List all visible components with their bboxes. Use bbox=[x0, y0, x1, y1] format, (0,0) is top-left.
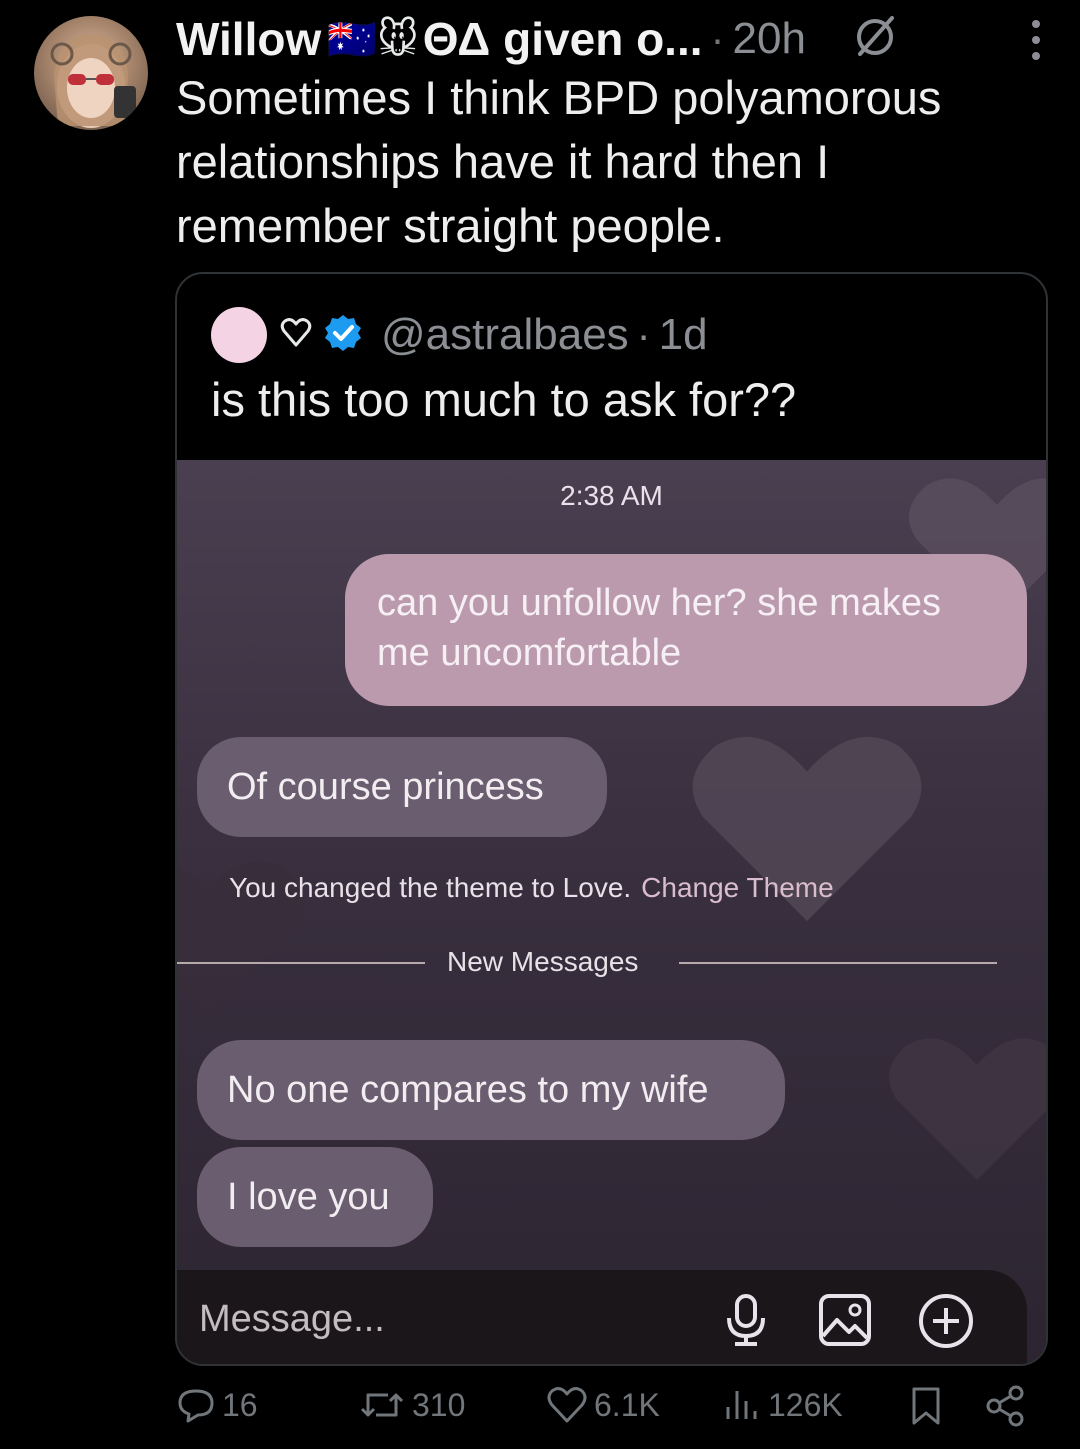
plus-circle-icon bbox=[917, 1292, 975, 1355]
quoted-header: @astralbaes · 1d bbox=[211, 304, 708, 366]
reply-icon bbox=[178, 1389, 214, 1423]
message-input-placeholder: Message... bbox=[199, 1298, 385, 1340]
incoming-message: Of course princess bbox=[197, 737, 607, 837]
chat-timestamp: 2:38 AM bbox=[560, 480, 663, 511]
heart-outline-icon bbox=[279, 316, 313, 355]
quoted-tweet[interactable]: @astralbaes · 1d is this too much to ask… bbox=[175, 272, 1048, 1366]
repost-button[interactable]: 310 bbox=[358, 1385, 465, 1425]
divider-line bbox=[177, 962, 425, 964]
background-heart-icon bbox=[692, 736, 922, 921]
quoted-handle[interactable]: @astralbaes bbox=[381, 310, 629, 360]
tweet-header: Willow 🇦🇺🐭 ΘΔ given o... · 20h bbox=[176, 8, 1056, 70]
repost-count: 310 bbox=[412, 1386, 466, 1423]
outgoing-message: can you unfollow her? she makes me uncom… bbox=[345, 554, 1027, 706]
chat-screenshot: 2:38 AM can you unfollow her? she makes … bbox=[177, 460, 1046, 1364]
incoming-message: I love you bbox=[197, 1147, 433, 1247]
share-icon bbox=[986, 1385, 1024, 1427]
like-button[interactable]: 6.1K bbox=[546, 1385, 660, 1425]
repost-icon bbox=[360, 1393, 404, 1417]
share-button[interactable] bbox=[984, 1385, 1032, 1427]
change-theme-link: Change Theme bbox=[641, 872, 834, 903]
grok-icon[interactable] bbox=[850, 12, 900, 67]
quoted-avatar[interactable] bbox=[211, 307, 267, 363]
display-name-rest[interactable]: ΘΔ given o... bbox=[423, 12, 703, 66]
divider-line bbox=[679, 962, 997, 964]
microphone-icon bbox=[721, 1292, 771, 1353]
more-icon[interactable] bbox=[1028, 14, 1044, 71]
separator-dot: · bbox=[710, 15, 725, 62]
verified-badge-icon bbox=[323, 313, 363, 358]
views-button[interactable]: 126K bbox=[722, 1385, 843, 1425]
reply-count: 16 bbox=[222, 1386, 258, 1423]
new-messages-label: New Messages bbox=[447, 946, 639, 977]
reply-button[interactable]: 16 bbox=[176, 1385, 258, 1425]
view-count: 126K bbox=[768, 1386, 843, 1423]
display-name[interactable]: Willow bbox=[176, 12, 321, 66]
like-count: 6.1K bbox=[594, 1386, 660, 1423]
tweet-time[interactable]: 20h bbox=[733, 14, 806, 64]
like-icon bbox=[547, 1387, 587, 1423]
bookmark-button[interactable] bbox=[906, 1385, 952, 1427]
incoming-message: No one compares to my wife bbox=[197, 1040, 785, 1140]
message-input-bar: Message... bbox=[177, 1270, 1027, 1364]
image-icon bbox=[817, 1292, 873, 1353]
tweet-action-bar: 16 310 6.1K 126K bbox=[0, 1385, 1080, 1449]
tweet-text: Sometimes I think BPD polyamorous relati… bbox=[176, 71, 942, 252]
theme-change-notice: You changed the theme to Love. Change The… bbox=[229, 872, 834, 904]
author-avatar[interactable] bbox=[34, 16, 148, 130]
separator-dot: · bbox=[636, 311, 651, 358]
theme-change-text: You changed the theme to Love. bbox=[229, 872, 632, 903]
views-icon bbox=[726, 1391, 757, 1419]
quoted-time[interactable]: 1d bbox=[659, 310, 708, 360]
avatar-portrait bbox=[50, 34, 136, 128]
quoted-text: is this too much to ask for?? bbox=[211, 373, 797, 426]
name-emojis: 🇦🇺🐭 bbox=[327, 17, 419, 62]
bookmark-icon bbox=[912, 1387, 940, 1425]
background-heart-icon bbox=[177, 861, 304, 1017]
background-heart-icon bbox=[889, 1038, 1046, 1180]
